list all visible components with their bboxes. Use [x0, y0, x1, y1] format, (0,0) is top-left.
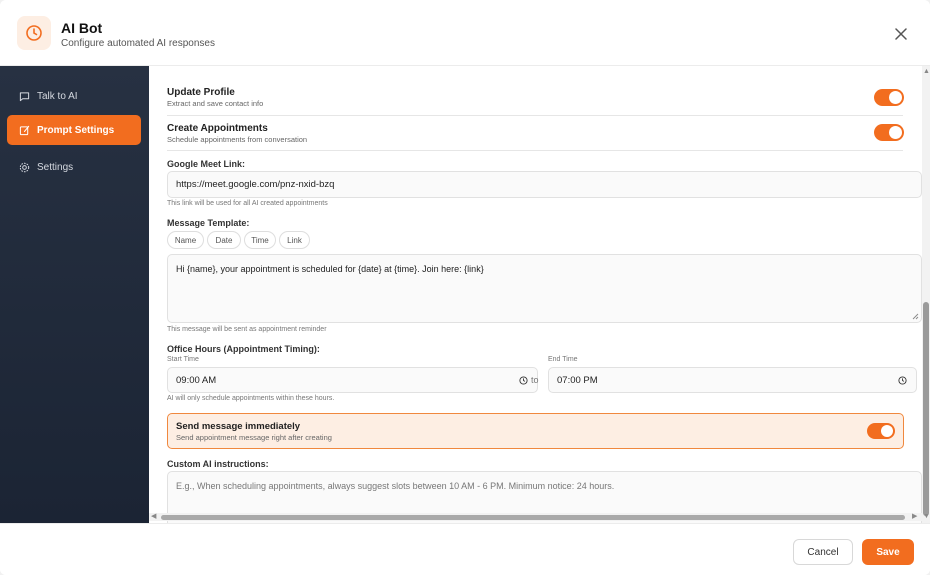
divider — [167, 150, 903, 151]
edit-icon — [19, 125, 30, 135]
clock-icon — [519, 376, 528, 385]
sidebar-item-label: Prompt Settings — [37, 124, 115, 136]
meet-link-input[interactable]: https://meet.google.com/pnz-nxid-bzq — [167, 171, 922, 198]
scroll-up-icon[interactable]: ▲ — [923, 68, 930, 76]
modal-header: AI Bot Configure automated AI responses — [0, 0, 930, 66]
clock-icon — [17, 16, 51, 50]
scroll-left-icon[interactable]: ◀ — [151, 513, 156, 521]
sidebar-item-settings[interactable]: Settings — [7, 152, 141, 182]
sidebar-item-label: Settings — [37, 161, 74, 173]
vertical-scrollbar[interactable]: ▲ ▼ — [922, 66, 930, 523]
save-button[interactable]: Save — [862, 539, 914, 565]
create-appointments-toggle[interactable] — [874, 124, 904, 141]
divider — [167, 115, 903, 116]
modal-title: AI Bot — [61, 20, 103, 36]
update-profile-subtitle: Extract and save contact info — [167, 99, 264, 108]
scroll-down-icon[interactable]: ▼ — [923, 513, 930, 521]
horizontal-scroll-thumb[interactable] — [161, 515, 905, 520]
resize-handle-icon[interactable] — [912, 313, 919, 320]
modal-subtitle: Configure automated AI responses — [61, 38, 215, 49]
modal-footer: Cancel Save — [0, 523, 930, 575]
close-button[interactable] — [890, 23, 912, 45]
chip-time[interactable]: Time — [244, 231, 276, 249]
send-immediately-subtitle: Send appointment message right after cre… — [176, 433, 332, 442]
message-template-textarea[interactable]: Hi {name}, your appointment is scheduled… — [167, 254, 922, 323]
send-immediately-toggle[interactable] — [867, 423, 895, 439]
end-time-value: 07:00 PM — [557, 374, 598, 386]
start-time-input[interactable]: 09:00 AM — [167, 367, 538, 393]
end-time-label: End Time — [548, 356, 578, 363]
meet-link-hint: This link will be used for all AI create… — [167, 200, 328, 207]
custom-instructions-placeholder: E.g., When scheduling appointments, alwa… — [176, 481, 615, 491]
prompt-settings-panel: Update Profile Extract and save contact … — [149, 66, 930, 523]
meet-link-value: https://meet.google.com/pnz-nxid-bzq — [176, 179, 335, 190]
start-time-label: Start Time — [167, 356, 199, 363]
office-hours-label: Office Hours (Appointment Timing): — [167, 344, 320, 354]
message-template-hint: This message will be sent as appointment… — [167, 326, 327, 333]
chat-icon — [19, 91, 30, 101]
sidebar: Talk to AI Prompt Settings Settings — [0, 66, 149, 523]
send-immediately-box: Send message immediately Send appointmen… — [167, 413, 904, 449]
sidebar-item-prompt-settings[interactable]: Prompt Settings — [7, 115, 141, 145]
end-time-input[interactable]: 07:00 PM — [548, 367, 917, 393]
clock-icon — [898, 376, 907, 385]
custom-instructions-label: Custom AI instructions: — [167, 459, 269, 469]
update-profile-toggle[interactable] — [874, 89, 904, 106]
cancel-button[interactable]: Cancel — [793, 539, 853, 565]
start-time-value: 09:00 AM — [176, 374, 217, 386]
scroll-right-icon[interactable]: ▶ — [912, 513, 917, 521]
gear-icon — [19, 162, 30, 172]
sidebar-item-talk-to-ai[interactable]: Talk to AI — [7, 81, 141, 111]
meet-link-label: Google Meet Link: — [167, 159, 246, 169]
horizontal-scrollbar[interactable]: ◀ ▶ — [149, 513, 922, 521]
send-immediately-title: Send message immediately — [176, 421, 301, 432]
office-hours-hint: AI will only schedule appointments withi… — [167, 395, 335, 402]
time-range-separator: to — [531, 375, 539, 385]
message-template-value: Hi {name}, your appointment is scheduled… — [176, 264, 484, 274]
create-appointments-title: Create Appointments — [167, 123, 268, 134]
chip-link[interactable]: Link — [279, 231, 310, 249]
update-profile-title: Update Profile — [167, 87, 235, 98]
message-template-label: Message Template: — [167, 218, 250, 228]
chip-date[interactable]: Date — [207, 231, 241, 249]
vertical-scroll-thumb[interactable] — [923, 302, 929, 516]
chip-name[interactable]: Name — [167, 231, 204, 249]
ai-bot-modal: AI Bot Configure automated AI responses … — [0, 0, 930, 575]
close-icon — [895, 28, 907, 40]
sidebar-item-label: Talk to AI — [37, 90, 78, 102]
create-appointments-subtitle: Schedule appointments from conversation — [167, 135, 308, 144]
